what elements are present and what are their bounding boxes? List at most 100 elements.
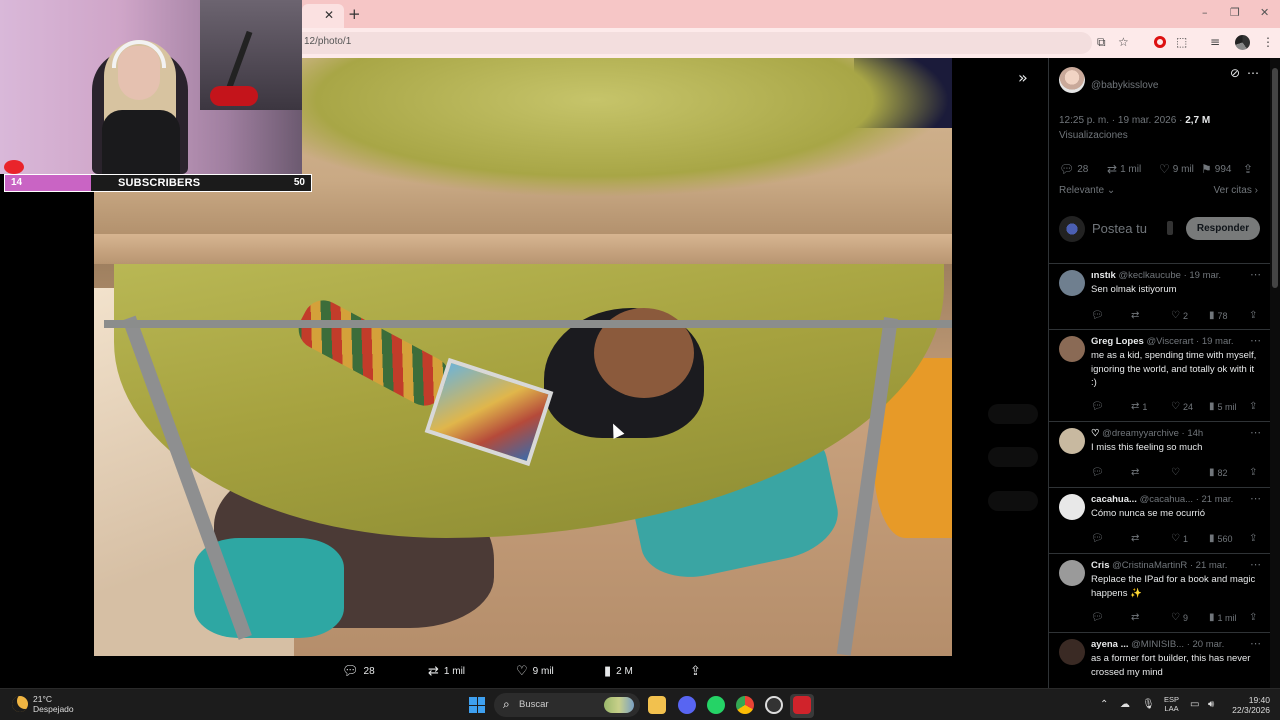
reply-input[interactable]: Postea tu [1092,221,1147,236]
extensions-icon[interactable]: ⬚ [1176,35,1187,49]
reply-reply-button[interactable]: 💬︎ [1091,467,1107,478]
close-window-icon[interactable]: ✕ [1260,6,1269,19]
reply-reply-button[interactable]: 💬︎ [1091,533,1107,544]
reply-author-handle[interactable]: @dreamyyarchive [1102,428,1179,439]
reply-item[interactable]: ınstık @keclkaucube · 19 mar. ⋯ Sen olma… [1049,263,1270,329]
taskbar-clock[interactable]: 19:40 22/3/2026 [1228,695,1270,715]
reply-avatar[interactable] [1059,494,1085,520]
reply-author-name[interactable]: ınstık [1091,270,1116,281]
my-avatar[interactable] [1059,216,1085,242]
reply-item[interactable]: Greg Lopes @Viscerart · 19 mar. ⋯ me as … [1049,329,1270,421]
view-quotes-link[interactable]: Ver citas › [1214,185,1258,196]
maximize-icon[interactable]: ❐ [1230,6,1240,19]
reply-time[interactable]: · 21 mar. [1196,494,1234,505]
reply-author-handle[interactable]: @keclkaucube [1118,270,1180,281]
reply-author-handle[interactable]: @MINISIB... [1131,639,1184,650]
reply-author-name[interactable]: Greg Lopes [1091,336,1144,347]
reply-repost-button[interactable]: ⇄ [1131,467,1142,478]
reply-time[interactable]: · 20 mar. [1187,639,1225,650]
reply-views-button[interactable]: ▮ 78 [1209,310,1228,321]
reply-like-button[interactable]: ♡ 24 [1171,401,1193,412]
language-indicator[interactable]: ESP LAA [1164,695,1179,713]
post-time[interactable]: 12:25 p. m. · 19 mar. 2026 · [1059,115,1185,126]
monitor-icon[interactable]: ▭ [1190,699,1199,710]
menu-icon[interactable]: ⋮ [1262,35,1274,49]
photo-views-button[interactable]: ▮ 2 M [604,664,633,679]
reply-time[interactable]: · 14h [1182,428,1204,439]
reply-like-button[interactable]: ♡ [1171,467,1183,478]
author-handle[interactable]: @babykisslove [1091,80,1158,91]
scrollbar-thumb[interactable] [1272,68,1278,288]
reply-share-button[interactable]: ⇪ [1249,612,1257,623]
more-options-icon[interactable]: ⋯ [1250,268,1261,281]
reply-item[interactable]: ayena ... @MINISIB... · 20 mar. ⋯ as a f… [1049,632,1270,688]
reply-avatar[interactable] [1059,428,1085,454]
reply-reply-button[interactable]: 💬︎ [1091,612,1107,623]
reply-stat[interactable]: 💬︎ 28 [1059,162,1088,176]
more-options-icon[interactable]: ⋯ [1247,66,1259,80]
reply-button[interactable]: Responder [1186,217,1260,240]
reply-repost-button[interactable]: ⇄ [1131,310,1142,321]
reply-share-button[interactable]: ⇪ [1249,467,1257,478]
reply-author-name[interactable]: ♡ [1091,428,1100,439]
reply-repost-button[interactable]: ⇄ [1131,612,1142,623]
reply-views-button[interactable]: ▮ 1 mil [1209,612,1237,623]
reply-time[interactable]: · 19 mar. [1184,270,1222,281]
discord-icon[interactable] [678,696,696,714]
chrome-icon[interactable] [736,696,754,714]
obs-icon[interactable] [765,696,783,714]
more-options-icon[interactable]: ⋯ [1250,637,1261,650]
profile-icon[interactable] [1235,35,1250,50]
moon-icon[interactable] [12,696,28,712]
reply-time[interactable]: · 19 mar. [1196,336,1234,347]
opera-app-icon[interactable] [793,696,811,714]
taskbar-search[interactable]: ⌕ Buscar [494,693,640,717]
browser-tab[interactable]: ✕ [302,4,344,28]
reply-item[interactable]: ♡ @dreamyyarchive · 14h ⋯ I miss this fe… [1049,421,1270,487]
star-icon[interactable]: ☆ [1118,35,1129,49]
reply-reply-button[interactable]: 💬︎ [1091,310,1107,321]
address-bar[interactable]: 12/photo/1 [302,32,1092,54]
author-avatar[interactable] [1059,67,1085,93]
reply-like-button[interactable]: ♡ 1 [1171,533,1188,544]
microphone-icon[interactable]: 🎙︎ [1142,699,1155,710]
reply-views-button[interactable]: ▮ 82 [1209,467,1228,478]
more-options-icon[interactable]: ⋯ [1250,492,1261,505]
repost-stat[interactable]: ⇄ 1 mil [1107,162,1141,176]
reply-views-button[interactable]: ▮ 560 [1209,533,1233,544]
reply-author-name[interactable]: cacahua... [1091,494,1137,505]
bookmark-stat[interactable]: ⚑ 994 [1201,162,1231,176]
reply-avatar[interactable] [1059,270,1085,296]
reply-avatar[interactable] [1059,336,1085,362]
reply-like-button[interactable]: ♡ 2 [1171,310,1188,321]
url-text[interactable]: 12/photo/1 [304,36,351,47]
reply-like-button[interactable]: ♡ 9 [1171,612,1188,623]
weather-widget[interactable]: 21°C Despejado [33,694,74,714]
photo-like-button[interactable]: ♡ 9 mil [516,664,554,679]
reply-share-button[interactable]: ⇪ [1249,401,1257,412]
share-stat[interactable]: ⇪ [1243,162,1253,176]
reply-reply-button[interactable]: 💬︎ [1091,401,1107,412]
file-explorer-icon[interactable] [648,696,666,714]
reply-item[interactable]: Cris @CristinaMartinR · 21 mar. ⋯ Replac… [1049,553,1270,632]
new-tab-icon[interactable]: + [348,5,361,23]
sidebar-scrollbar[interactable] [1270,58,1280,688]
reply-author-name[interactable]: ayena ... [1091,639,1129,650]
close-tab-icon[interactable]: ✕ [324,8,334,22]
minimize-icon[interactable]: – [1202,6,1208,19]
reply-repost-button[interactable]: ⇄ 1 [1131,401,1147,412]
whatsapp-icon[interactable] [707,696,725,714]
reply-avatar[interactable] [1059,639,1085,665]
reply-item[interactable]: cacahua... @cacahua... · 21 mar. ⋯ Cómo … [1049,487,1270,553]
reply-views-button[interactable]: ▮ 5 mil [1209,401,1237,412]
reply-author-name[interactable]: Cris [1091,560,1109,571]
reply-author-handle[interactable]: @Viscerart [1146,336,1193,347]
reply-author-handle[interactable]: @cacahua... [1140,494,1193,505]
reply-avatar[interactable] [1059,560,1085,586]
reply-share-button[interactable]: ⇪ [1249,533,1257,544]
photo-repost-button[interactable]: ⇄ 1 mil [428,664,465,679]
cloud-icon[interactable]: ☁ [1120,699,1130,710]
more-options-icon[interactable]: ⋯ [1250,426,1261,439]
show-hidden-icons[interactable]: ⌃ [1100,699,1108,710]
more-options-icon[interactable]: ⋯ [1250,334,1261,347]
